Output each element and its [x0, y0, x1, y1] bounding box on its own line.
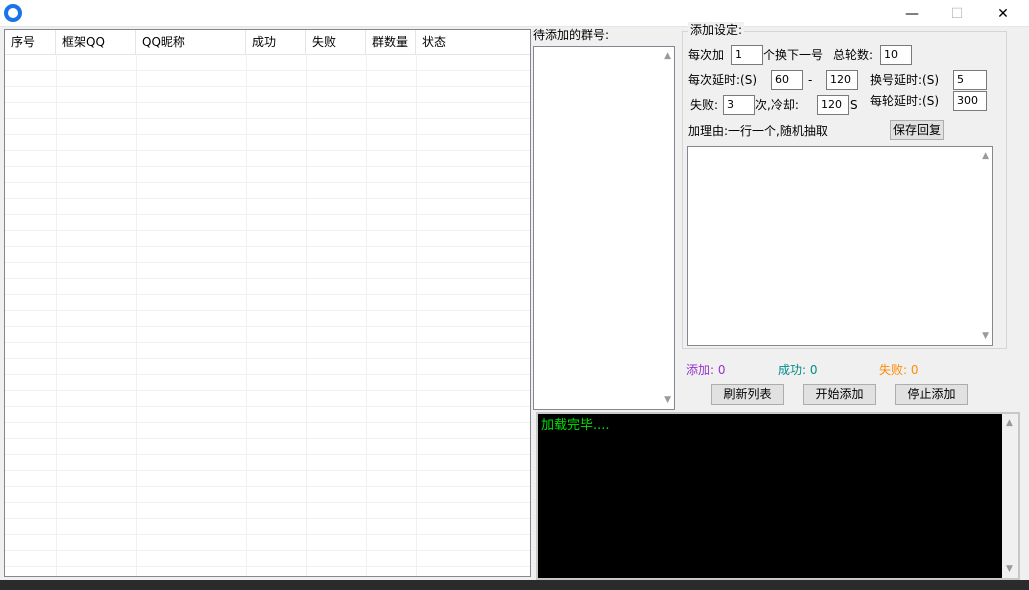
grid-row-line: [5, 566, 530, 567]
grid-row-line: [5, 198, 530, 199]
grid-row-line: [5, 262, 530, 263]
scroll-down-icon[interactable]: ▼: [664, 395, 671, 405]
pending-groups-textarea[interactable]: ▲ ▼: [533, 46, 675, 410]
start-add-button[interactable]: 开始添加: [803, 384, 876, 405]
switch-delay-input[interactable]: 5: [953, 70, 987, 90]
grid-column-line: [136, 54, 137, 576]
scroll-down-icon[interactable]: ▼: [1006, 564, 1013, 574]
minimize-button[interactable]: —: [889, 0, 935, 27]
grid-row-line: [5, 326, 530, 327]
grid-row-line: [5, 454, 530, 455]
grid-row-line: [5, 502, 530, 503]
grid-row-line: [5, 422, 530, 423]
switch-account-label: 个换下一号: [763, 48, 824, 62]
per-add-input[interactable]: 1: [731, 45, 763, 65]
grid-row-line: [5, 486, 530, 487]
save-reply-button[interactable]: 保存回复: [890, 120, 944, 140]
close-button[interactable]: ✕: [980, 0, 1026, 27]
delay-min-input[interactable]: 60: [771, 70, 803, 90]
grid-column-line: [306, 54, 307, 576]
grid-row-line: [5, 438, 530, 439]
reason-label: 加理由:一行一个,随机抽取: [688, 124, 828, 138]
column-header-frame-qq[interactable]: 框架QQ: [56, 30, 136, 54]
grid-row-line: [5, 406, 530, 407]
grid-column-line: [416, 54, 417, 576]
grid-row-line: [5, 102, 530, 103]
grid-row-line: [5, 278, 530, 279]
grid-column-line: [246, 54, 247, 576]
grid-column-line: [56, 54, 57, 576]
fail-count-input[interactable]: 3: [723, 95, 755, 115]
grid-row-line: [5, 118, 530, 119]
cooldown-unit-label: S: [850, 98, 858, 112]
grid-row-line: [5, 246, 530, 247]
grid-row-line: [5, 70, 530, 71]
list-header: 序号 框架QQ QQ昵称 成功 失败 群数量 状态: [5, 30, 530, 55]
column-header-status[interactable]: 状态: [416, 30, 530, 54]
cooldown-input[interactable]: 120: [817, 95, 849, 115]
stop-add-button[interactable]: 停止添加: [895, 384, 968, 405]
refresh-list-button[interactable]: 刷新列表: [711, 384, 784, 405]
column-header-success[interactable]: 成功: [246, 30, 306, 54]
grid-row-line: [5, 470, 530, 471]
grid-row-line: [5, 182, 530, 183]
cooldown-label: 次,冷却:: [755, 98, 799, 112]
per-add-label: 每次加: [688, 48, 725, 62]
background-strip: [0, 580, 1029, 590]
grid-row-line: [5, 134, 530, 135]
grid-row-line: [5, 214, 530, 215]
account-list-view[interactable]: 序号 框架QQ QQ昵称 成功 失败 群数量 状态: [4, 29, 531, 577]
grid-row-line: [5, 374, 530, 375]
switch-delay-label: 换号延时:(S): [870, 73, 940, 87]
title-bar: — ☐ ✕: [0, 0, 1029, 27]
maximize-button[interactable]: ☐: [934, 0, 980, 27]
delay-range-dash: -: [808, 73, 813, 87]
pending-groups-label: 待添加的群号:: [533, 28, 610, 42]
added-count-label: 添加: 0: [686, 363, 726, 377]
log-scrollbar[interactable]: ▲ ▼: [1002, 414, 1018, 578]
scroll-up-icon[interactable]: ▲: [664, 51, 671, 61]
grid-row-line: [5, 550, 530, 551]
log-output[interactable]: 加载完毕.... ▲ ▼: [536, 412, 1020, 580]
reply-reasons-textarea[interactable]: ▲ ▼: [687, 146, 993, 346]
grid-row-line: [5, 230, 530, 231]
grid-row-line: [5, 358, 530, 359]
app-logo-icon: [4, 4, 22, 22]
fail-label: 失败:: [690, 98, 719, 112]
grid-row-line: [5, 294, 530, 295]
grid-row-line: [5, 86, 530, 87]
round-delay-label: 每轮延时:(S): [870, 94, 940, 108]
grid-row-line: [5, 342, 530, 343]
scroll-up-icon[interactable]: ▲: [982, 151, 989, 161]
total-rounds-input[interactable]: 10: [880, 45, 912, 65]
settings-legend: 添加设定:: [688, 22, 745, 38]
grid-row-line: [5, 166, 530, 167]
grid-row-line: [5, 310, 530, 311]
scroll-up-icon[interactable]: ▲: [1006, 418, 1013, 428]
grid-row-line: [5, 518, 530, 519]
column-header-group-count[interactable]: 群数量: [366, 30, 416, 54]
grid-column-line: [366, 54, 367, 576]
grid-row-line: [5, 390, 530, 391]
grid-row-line: [5, 534, 530, 535]
total-rounds-label: 总轮数:: [833, 48, 874, 62]
grid-row-line: [5, 150, 530, 151]
delay-label: 每次延时:(S): [688, 73, 758, 87]
success-count-label: 成功: 0: [778, 363, 818, 377]
scroll-down-icon[interactable]: ▼: [982, 331, 989, 341]
log-text: 加载完毕....: [541, 418, 610, 433]
failed-count-label: 失败: 0: [879, 363, 919, 377]
column-header-fail[interactable]: 失败: [306, 30, 366, 54]
round-delay-input[interactable]: 300: [953, 91, 987, 111]
column-header-qq-nickname[interactable]: QQ昵称: [136, 30, 246, 54]
delay-max-input[interactable]: 120: [826, 70, 858, 90]
column-header-index[interactable]: 序号: [5, 30, 56, 54]
